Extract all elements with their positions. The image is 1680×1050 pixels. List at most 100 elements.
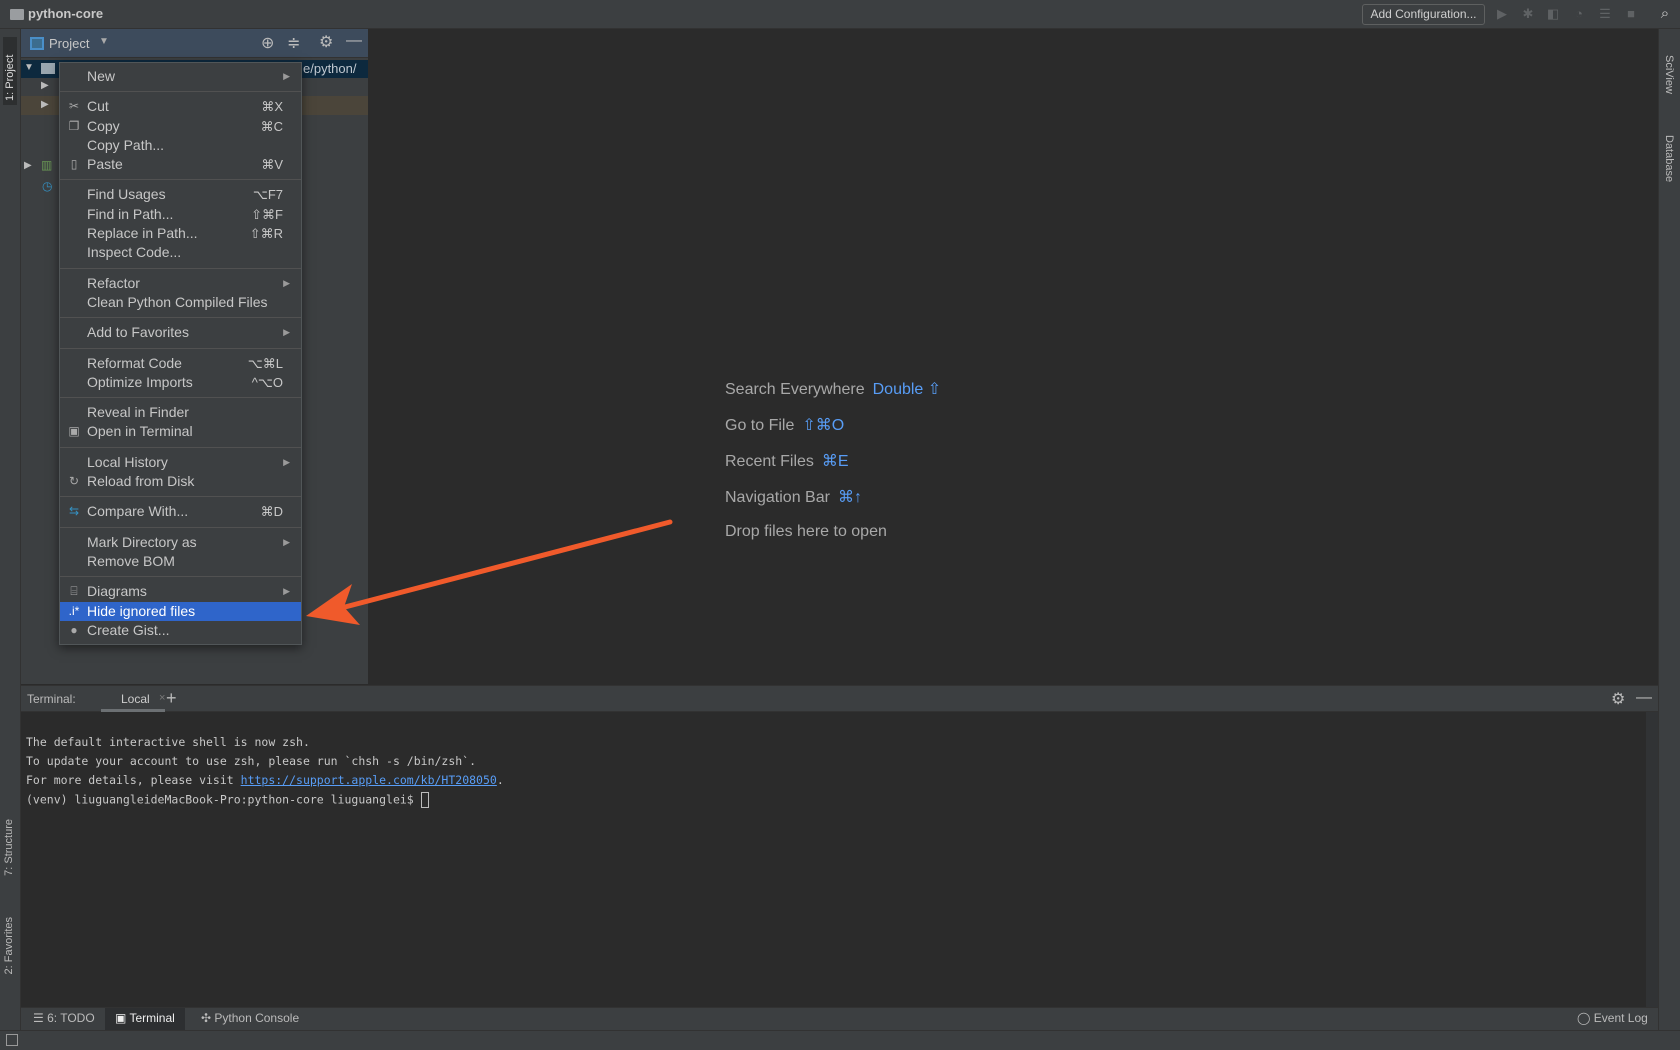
- debug-icon[interactable]: ✱: [1520, 6, 1536, 22]
- menu-item-find-in-path[interactable]: Find in Path... ⇧⌘F: [60, 205, 301, 224]
- menu-separator: [60, 179, 301, 181]
- menu-item-reload-from-disk[interactable]: ↻ Reload from Disk: [60, 472, 301, 491]
- menu-item-label: Diagrams: [87, 583, 147, 600]
- hint-drop-files: Drop files here to open: [725, 523, 887, 540]
- menu-item-remove-bom[interactable]: Remove BOM: [60, 552, 301, 571]
- expand-arrow-icon[interactable]: ▶: [41, 80, 49, 91]
- close-icon[interactable]: ×: [159, 692, 165, 704]
- menu-item-replace-in-path[interactable]: Replace in Path... ⇧⌘R: [60, 224, 301, 243]
- gear-icon[interactable]: ⚙: [1611, 689, 1625, 709]
- hint-search-everywhere: Search Everywhere Double ⇧: [725, 381, 942, 398]
- libraries-icon: ▥: [41, 158, 53, 172]
- collapse-all-icon[interactable]: ≑: [287, 33, 300, 53]
- scratches-icon: ◷: [42, 179, 53, 193]
- menu-item-find-usages[interactable]: Find Usages ⌥F7: [60, 185, 301, 204]
- tab-local-label: Local: [121, 692, 150, 706]
- menu-item-diagrams[interactable]: ⌸ Diagrams ▶: [60, 582, 301, 601]
- terminal-scrollbar[interactable]: [1646, 712, 1658, 1007]
- compare-icon: ⇆: [68, 504, 80, 519]
- toggle-tool-windows-icon[interactable]: [6, 1034, 18, 1046]
- menu-item-label: Add to Favorites: [87, 324, 189, 341]
- expand-arrow-icon[interactable]: ▶: [41, 99, 49, 110]
- project-title: python-core: [28, 6, 104, 21]
- search-icon[interactable]: ⌕: [1657, 6, 1673, 22]
- menu-item-optimize-imports[interactable]: Optimize Imports ^⌥O: [60, 373, 301, 392]
- tab-database[interactable]: Database: [1663, 135, 1675, 182]
- tab-favorites[interactable]: 2: Favorites: [3, 917, 15, 974]
- menu-item-refactor[interactable]: Refactor ▶: [60, 274, 301, 293]
- menu-item-reformat-code[interactable]: Reformat Code ⌥⌘L: [60, 354, 301, 373]
- gear-icon[interactable]: ⚙: [319, 32, 333, 52]
- menu-item-hide-ignored-files[interactable]: .i* Hide ignored files: [60, 601, 301, 621]
- menu-item-label: Reveal in Finder: [87, 404, 189, 421]
- menu-item-label: Replace in Path...: [87, 225, 198, 242]
- shortcut-label: ⌘D: [260, 504, 283, 520]
- menu-item-compare-with[interactable]: ⇆ Compare With... ⌘D: [60, 502, 301, 521]
- menu-item-create-gist[interactable]: ● Create Gist...: [60, 621, 301, 640]
- menu-item-clean-python-compiled-files[interactable]: Clean Python Compiled Files: [60, 293, 301, 312]
- shortcut-label: ⇧⌘R: [249, 226, 283, 242]
- terminal-line: To update your account to use zsh, pleas…: [26, 754, 477, 768]
- support-link[interactable]: https://support.apple.com/kb/HT208050: [241, 773, 497, 787]
- tab-terminal[interactable]: ▣ Terminal: [105, 1008, 185, 1030]
- hint-go-to-file: Go to File ⇧⌘O: [725, 417, 845, 434]
- menu-item-label: Find in Path...: [87, 205, 174, 222]
- github-icon: ●: [70, 622, 78, 637]
- minimize-icon[interactable]: —: [346, 32, 362, 50]
- tab-structure[interactable]: 7: Structure: [3, 819, 15, 876]
- tab-python-console[interactable]: ✣ Python Console: [201, 1011, 299, 1025]
- tab-project[interactable]: 1: Project: [3, 37, 17, 105]
- add-tab-icon[interactable]: +: [166, 688, 177, 709]
- tab-event-log[interactable]: ◯ Event Log: [1577, 1011, 1648, 1025]
- minimize-icon[interactable]: —: [1636, 689, 1652, 707]
- chevron-down-icon[interactable]: ▼: [99, 36, 109, 47]
- terminal-prompt[interactable]: (venv) liuguangleideMacBook-Pro:python-c…: [26, 792, 1646, 811]
- diagram-icon: ⌸: [70, 584, 78, 599]
- menu-item-mark-directory-as[interactable]: Mark Directory as ▶: [60, 533, 301, 552]
- menu-item-reveal-in-finder[interactable]: Reveal in Finder: [60, 403, 301, 422]
- shortcut-label: ⌘V: [261, 157, 283, 173]
- run-icon[interactable]: ▶: [1494, 6, 1510, 22]
- left-tool-strip: 1: Project 7: Structure 2: Favorites: [0, 29, 21, 1030]
- menu-item-label: Paste: [87, 156, 123, 173]
- paste-icon: ▯: [70, 157, 78, 172]
- profile-icon[interactable]: ◔: [1571, 6, 1587, 22]
- menu-item-label: Refactor: [87, 274, 140, 291]
- concurrency-icon[interactable]: ☰: [1597, 6, 1613, 22]
- submenu-arrow-icon: ▶: [283, 586, 290, 597]
- menu-item-copy-path[interactable]: Copy Path...: [60, 136, 301, 155]
- shortcut-label: ⌘C: [260, 118, 283, 134]
- menu-item-cut[interactable]: ✂ Cut ⌘X: [60, 97, 301, 116]
- project-view-selector[interactable]: Project: [49, 36, 89, 51]
- add-configuration-button[interactable]: Add Configuration...: [1362, 4, 1485, 25]
- locate-icon[interactable]: ⊕: [261, 33, 274, 53]
- menu-item-label: Open in Terminal: [87, 423, 193, 440]
- menu-separator: [60, 526, 301, 528]
- coverage-icon[interactable]: ◧: [1545, 6, 1561, 22]
- stop-icon[interactable]: ■: [1623, 6, 1639, 22]
- menu-item-inspect-code[interactable]: Inspect Code...: [60, 243, 301, 262]
- menu-item-copy[interactable]: ❐ Copy ⌘C: [60, 117, 301, 136]
- menu-item-label: New: [87, 68, 116, 84]
- shortcut-label: ⌥⌘L: [247, 355, 283, 371]
- menu-item-open-in-terminal[interactable]: ▣ Open in Terminal: [60, 422, 301, 441]
- menu-item-label: Remove BOM: [87, 552, 175, 569]
- tab-sciview[interactable]: SciView: [1663, 55, 1675, 94]
- expand-arrow-icon[interactable]: ▶: [24, 160, 32, 171]
- terminal-line: For more details, please visit https://s…: [26, 773, 504, 787]
- menu-item-add-to-favorites[interactable]: Add to Favorites ▶: [60, 323, 301, 342]
- menu-separator: [60, 397, 301, 399]
- terminal-output[interactable]: The default interactive shell is now zsh…: [21, 712, 1646, 1007]
- status-bar: [0, 1030, 1680, 1050]
- expand-arrow-icon[interactable]: ▼: [24, 62, 34, 73]
- tab-local[interactable]: Local ×: [101, 686, 165, 712]
- submenu-arrow-icon: ▶: [283, 277, 290, 288]
- terminal-line: The default interactive shell is now zsh…: [26, 735, 310, 749]
- submenu-arrow-icon: ▶: [283, 536, 290, 547]
- tab-todo[interactable]: ☰ 6: TODO: [33, 1011, 95, 1025]
- hint-recent-files: Recent Files ⌘E: [725, 453, 849, 470]
- menu-item-new[interactable]: New ▶: [60, 67, 301, 86]
- folder-icon: [41, 63, 55, 74]
- menu-item-paste[interactable]: ▯ Paste ⌘V: [60, 155, 301, 174]
- menu-item-local-history[interactable]: Local History ▶: [60, 453, 301, 472]
